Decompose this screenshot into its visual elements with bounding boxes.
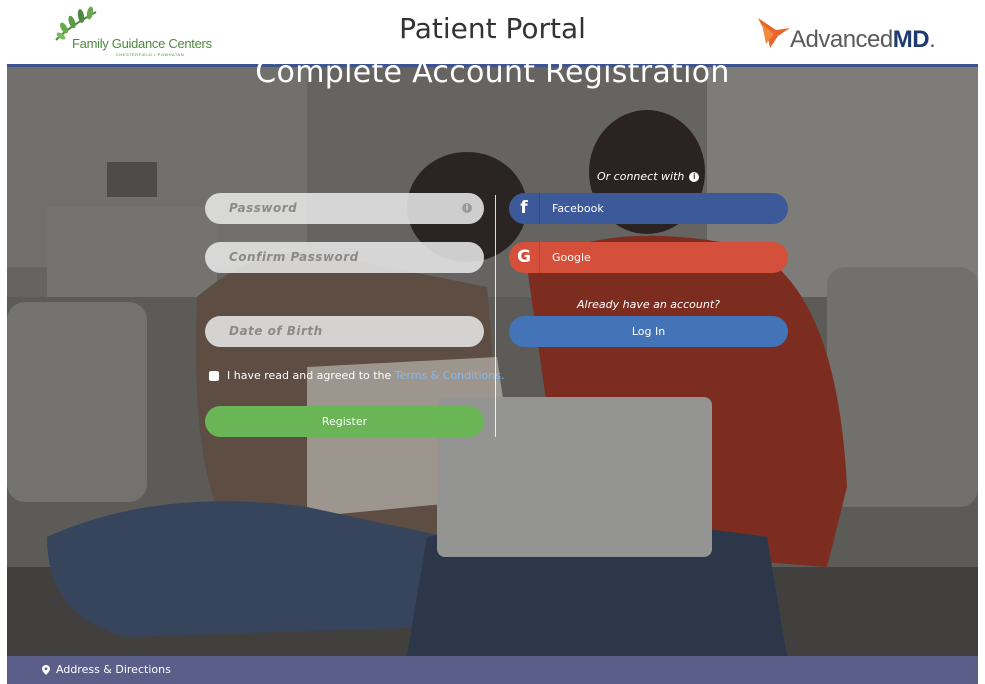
password-info-icon[interactable]: i	[462, 203, 472, 213]
address-directions-link[interactable]: Address & Directions	[42, 663, 171, 676]
wordmark-suffix: .	[929, 26, 936, 53]
google-label: Google	[552, 251, 591, 264]
wordmark-bold: MD	[892, 26, 930, 53]
register-button[interactable]: Register	[205, 406, 484, 437]
already-have-account-label: Already have an account?	[577, 298, 720, 311]
vertical-divider	[495, 195, 496, 437]
registration-title: Complete Account Registration	[255, 55, 730, 90]
connect-with-text: Or connect with	[597, 170, 685, 183]
hero-background-photo	[7, 67, 978, 656]
google-icon: G	[509, 242, 540, 273]
facebook-icon: f	[509, 193, 540, 224]
terms-conditions-link[interactable]: Terms & Conditions.	[395, 369, 505, 382]
advancedmd-wordmark: AdvancedMD.	[790, 26, 936, 54]
password-field[interactable]	[205, 193, 484, 224]
login-button[interactable]: Log In	[509, 316, 788, 347]
advancedmd-logo[interactable]: AdvancedMD.	[756, 12, 936, 56]
terms-text: I have read and agreed to the	[227, 369, 395, 382]
confirm-password-field[interactable]	[205, 242, 484, 273]
map-pin-icon	[42, 664, 50, 675]
facebook-login-button[interactable]: f Facebook	[509, 193, 788, 224]
terms-checkbox[interactable]	[209, 370, 219, 381]
terms-agreement: I have read and agreed to the Terms & Co…	[209, 369, 504, 382]
address-directions-label: Address & Directions	[56, 663, 171, 676]
connect-with-label: Or connect with i	[597, 170, 700, 183]
hero-dim-overlay	[7, 67, 978, 656]
facebook-label: Facebook	[552, 202, 604, 215]
connect-info-icon[interactable]: i	[689, 171, 700, 182]
wordmark-regular: Advanced	[790, 26, 893, 53]
advancedmd-bird-logo-icon	[758, 18, 790, 48]
footer: Address & Directions	[7, 656, 978, 684]
google-login-button[interactable]: G Google	[509, 242, 788, 273]
date-of-birth-field[interactable]	[205, 316, 484, 347]
